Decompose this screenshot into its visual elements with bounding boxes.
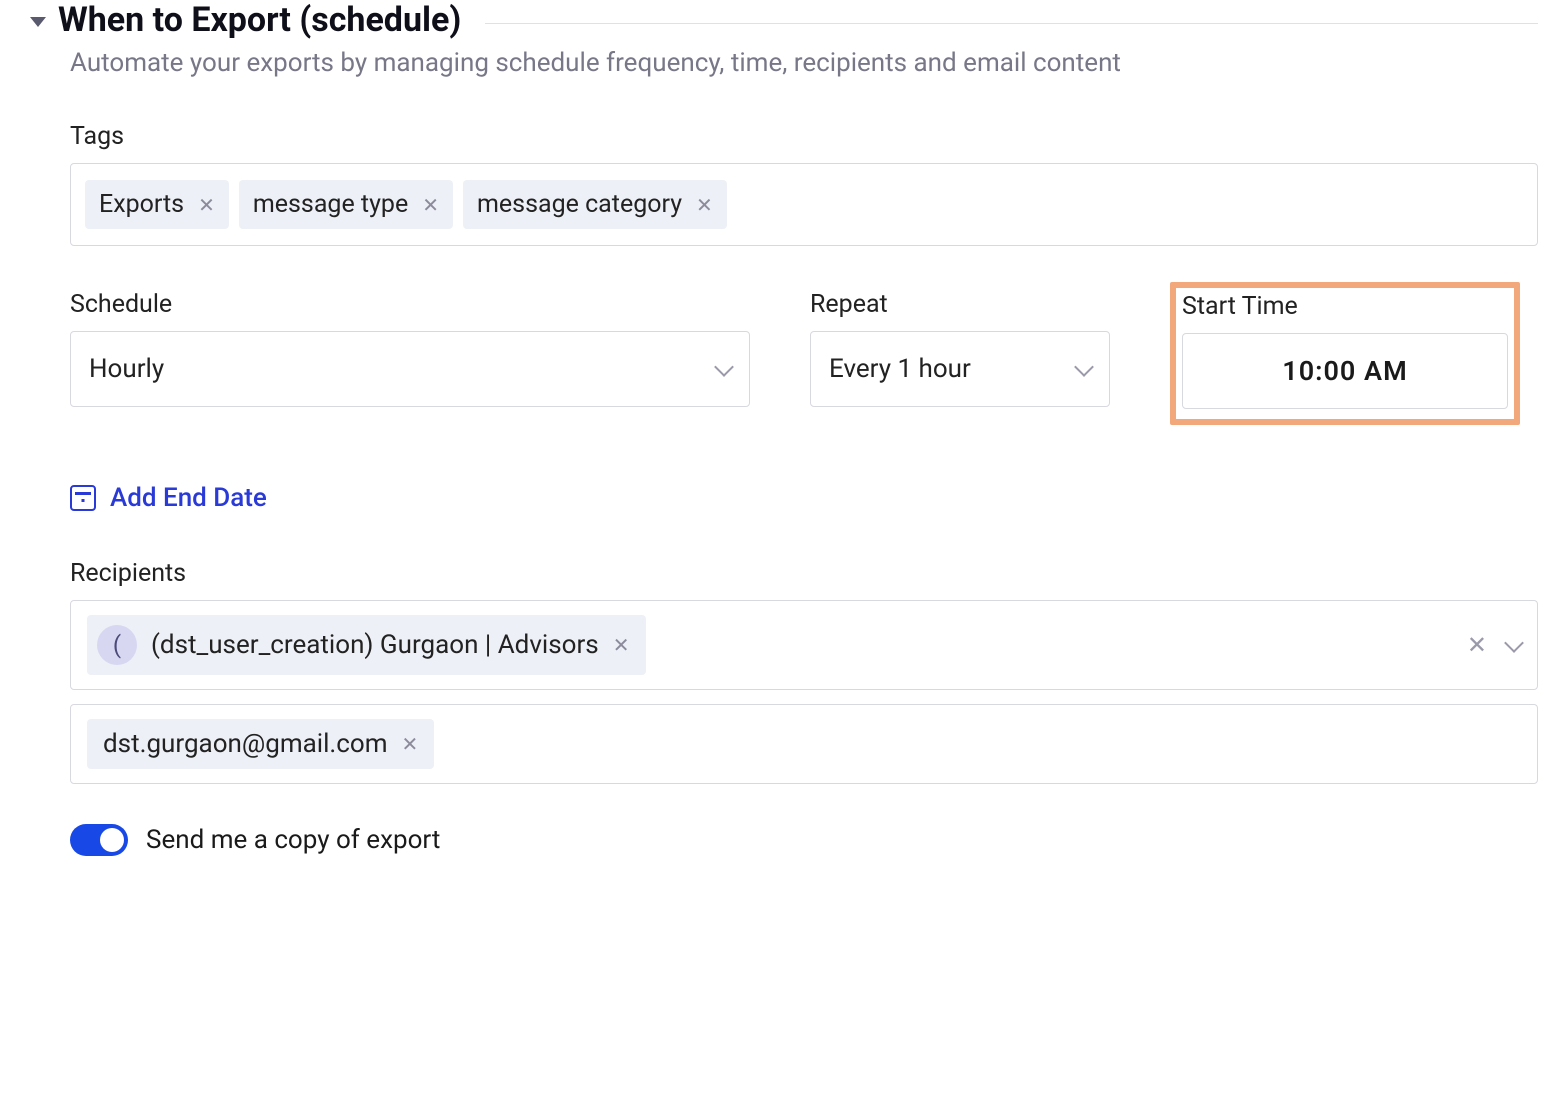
section-title: When to Export (schedule): [58, 0, 461, 40]
collapse-caret-icon[interactable]: [30, 17, 46, 27]
tag-text: message type: [253, 190, 408, 219]
add-end-date-link[interactable]: Add End Date: [70, 483, 267, 513]
recipients-group-input[interactable]: ( (dst_user_creation) Gurgaon | Advisors…: [70, 600, 1538, 690]
chevron-down-icon[interactable]: [1504, 633, 1524, 653]
repeat-select[interactable]: Every 1 hour: [810, 331, 1110, 407]
section-subtitle: Automate your exports by managing schedu…: [70, 48, 1538, 78]
schedule-label: Schedule: [70, 290, 750, 319]
repeat-value: Every 1 hour: [829, 354, 971, 384]
recipients-field: Recipients ( (dst_user_creation) Gurgaon…: [70, 559, 1538, 784]
chevron-down-icon: [714, 357, 734, 377]
start-time-value: 10:00 AM: [1282, 355, 1407, 387]
schedule-value: Hourly: [89, 354, 164, 384]
recipients-label: Recipients: [70, 559, 1538, 588]
clear-all-icon[interactable]: ✕: [1467, 631, 1487, 659]
recipient-email: dst.gurgaon@gmail.com: [103, 729, 388, 759]
tags-field: Tags Exports ✕ message type ✕ message ca…: [70, 122, 1538, 246]
close-icon[interactable]: ✕: [613, 633, 630, 657]
section-header: When to Export (schedule): [30, 0, 1538, 40]
start-time-field-highlighted: Start Time 10:00 AM: [1170, 282, 1520, 425]
avatar: (: [97, 625, 137, 665]
tag-text: Exports: [99, 190, 184, 219]
start-time-input[interactable]: 10:00 AM: [1182, 333, 1508, 409]
tags-input[interactable]: Exports ✕ message type ✕ message categor…: [70, 163, 1538, 246]
add-end-date-text: Add End Date: [110, 483, 267, 513]
schedule-field: Schedule Hourly: [70, 290, 750, 407]
close-icon[interactable]: ✕: [696, 193, 713, 217]
repeat-label: Repeat: [810, 290, 1110, 319]
tag-item: message type ✕: [239, 180, 453, 229]
tag-item: Exports ✕: [85, 180, 229, 229]
close-icon[interactable]: ✕: [422, 193, 439, 217]
send-copy-label: Send me a copy of export: [146, 825, 440, 855]
tag-item: message category ✕: [463, 180, 727, 229]
send-copy-toggle[interactable]: [70, 824, 128, 856]
repeat-field: Repeat Every 1 hour: [810, 290, 1110, 407]
schedule-select[interactable]: Hourly: [70, 331, 750, 407]
recipient-group-name: (dst_user_creation) Gurgaon | Advisors: [151, 630, 599, 660]
recipient-box-actions: ✕: [1467, 631, 1521, 659]
tags-label: Tags: [70, 122, 1538, 151]
tag-text: message category: [477, 190, 682, 219]
start-time-label: Start Time: [1182, 292, 1508, 321]
send-copy-row: Send me a copy of export: [70, 824, 1538, 856]
divider: [485, 23, 1538, 24]
recipient-email-pill: dst.gurgaon@gmail.com ✕: [87, 719, 434, 769]
schedule-row: Schedule Hourly Repeat Every 1 hour Star…: [70, 290, 1538, 425]
calendar-icon: [70, 485, 96, 511]
chevron-down-icon: [1074, 357, 1094, 377]
recipient-group-pill: ( (dst_user_creation) Gurgaon | Advisors…: [87, 615, 646, 675]
recipients-email-input[interactable]: dst.gurgaon@gmail.com ✕: [70, 704, 1538, 784]
close-icon[interactable]: ✕: [402, 732, 419, 756]
close-icon[interactable]: ✕: [198, 193, 215, 217]
